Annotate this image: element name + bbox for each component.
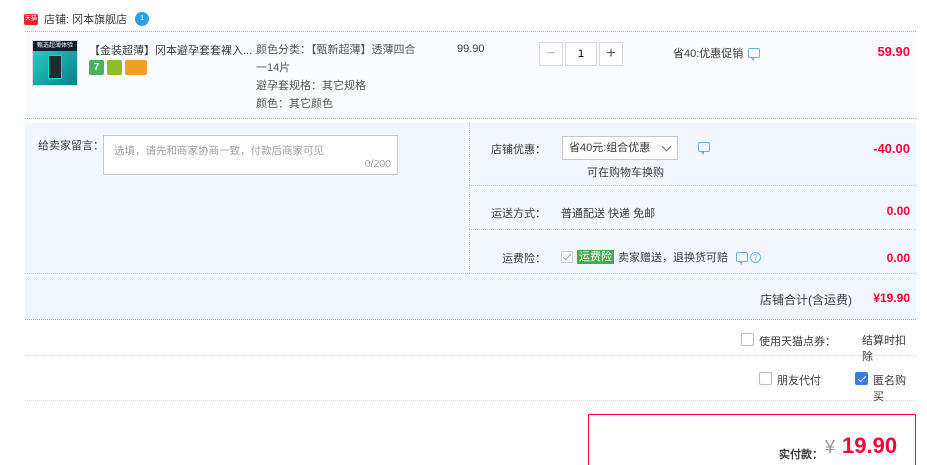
insurance-amount: 0.00 <box>886 251 910 265</box>
order-extras: 给卖家留言： 选填，请先和商家协商一致，付款后商家可见 0/200 店铺优惠： … <box>25 123 916 320</box>
pay-amount: 19.90 <box>842 433 898 458</box>
shop-subtotal-row: 店铺合计(含运费) ¥19.90 <box>25 273 916 320</box>
product-thumbnail[interactable]: 甄选超薄体验 <box>32 40 78 86</box>
anonymous-checkbox[interactable] <box>855 372 868 385</box>
subtotal-value: ¥19.90 <box>873 291 910 305</box>
payment-options-row: 朋友代付 匿名购买 <box>25 357 916 404</box>
coupon-amount: -40.00 <box>873 141 910 156</box>
shipping-method: 普通配送 快递 免邮 <box>561 208 656 220</box>
coupon-label: 店铺优惠： <box>491 144 546 156</box>
insurance-tip-icon[interactable] <box>736 252 748 265</box>
promotion-info: 省40:优惠促销 <box>673 45 761 61</box>
anonymous-label[interactable]: 匿名购买 <box>873 372 916 404</box>
sku-color: 颜色：其它颜色 <box>256 98 333 110</box>
order-item-row: 甄选超薄体验 【金装超薄】冈本避孕套套裸入... 7 颜色分类：【甄新超薄】透薄… <box>25 31 916 119</box>
coupon-note: 可在购物车换购 <box>587 167 664 179</box>
unit-price: 99.90 <box>457 43 485 55</box>
promotion-tip-icon[interactable] <box>748 48 761 61</box>
insurance-checkbox[interactable] <box>561 251 573 263</box>
chevron-down-icon <box>661 141 672 152</box>
insurance-text: 卖家赠送，退换货可赔 <box>618 252 728 264</box>
tmall-badge-icon: 天猫 <box>24 13 38 25</box>
shipping-amount: 0.00 <box>886 204 910 218</box>
friend-pay-checkbox[interactable] <box>759 372 772 385</box>
product-title-link[interactable]: 【金装超薄】冈本避孕套套裸入... <box>89 42 254 58</box>
insurance-label: 运费险： <box>502 253 546 265</box>
coupon-tip-icon[interactable] <box>698 142 710 155</box>
sku-spec: 避孕套规格：其它规格 <box>256 80 366 92</box>
shop-name-link[interactable]: 店铺: 冈本旗舰店 <box>44 11 127 27</box>
product-box-image <box>48 55 62 79</box>
payment-summary: 实付款： ¥ 19.90 <box>588 414 916 465</box>
points-checkbox[interactable] <box>741 333 754 346</box>
currency-symbol: ¥ <box>825 437 836 457</box>
consumer-guarantee-icon[interactable] <box>107 60 122 75</box>
wangwang-chat-icon[interactable]: 1 <box>135 12 150 26</box>
coupon-selected-value: 省40元:组合优惠 <box>569 142 651 154</box>
memo-placeholder: 选填，请先和商家协商一致，付款后商家可见 <box>114 145 324 157</box>
subtotal-label: 店铺合计(含运费) <box>760 293 852 307</box>
sku-color-category-cont: 一14片 <box>256 62 291 74</box>
shop-coupon-select[interactable]: 省40元:组合优惠 <box>562 136 678 160</box>
points-row: 使用天猫点券： 结算时扣除 <box>25 323 916 363</box>
memo-textarea[interactable]: 选填，请先和商家协商一致，付款后商家可见 0/200 <box>103 135 398 175</box>
insurance-option: 运费险 卖家赠送，退换货可赔 ? <box>561 249 761 265</box>
thumbnail-banner-text: 甄选超薄体验 <box>33 41 77 51</box>
quantity-input[interactable] <box>565 42 597 66</box>
quantity-plus-button[interactable]: + <box>599 42 623 66</box>
quantity-stepper: − + <box>539 42 623 66</box>
seven-day-return-icon[interactable]: 7 <box>89 60 104 75</box>
quantity-minus-button[interactable]: − <box>539 42 563 66</box>
separator <box>469 229 916 230</box>
insurance-tag: 运费险 <box>577 250 614 264</box>
friend-pay-label[interactable]: 朋友代付 <box>777 372 821 388</box>
credit-card-icon[interactable] <box>125 60 147 75</box>
service-icons: 7 <box>89 60 147 75</box>
shipping-label: 运送方式： <box>491 208 546 220</box>
shop-header: 天猫 店铺: 冈本旗舰店 1 <box>24 10 150 28</box>
help-icon[interactable]: ? <box>750 251 761 263</box>
sku-color-category: 颜色分类：【甄新超薄】透薄四合 <box>256 44 416 56</box>
memo-char-count: 0/200 <box>364 158 391 170</box>
promotion-text: 省40:优惠促销 <box>673 48 744 60</box>
item-line-total: 59.90 <box>877 44 910 59</box>
points-label[interactable]: 使用天猫点券： <box>759 333 836 349</box>
memo-label: 给卖家留言： <box>38 140 104 152</box>
pay-label: 实付款： <box>779 449 823 461</box>
separator <box>469 185 916 186</box>
